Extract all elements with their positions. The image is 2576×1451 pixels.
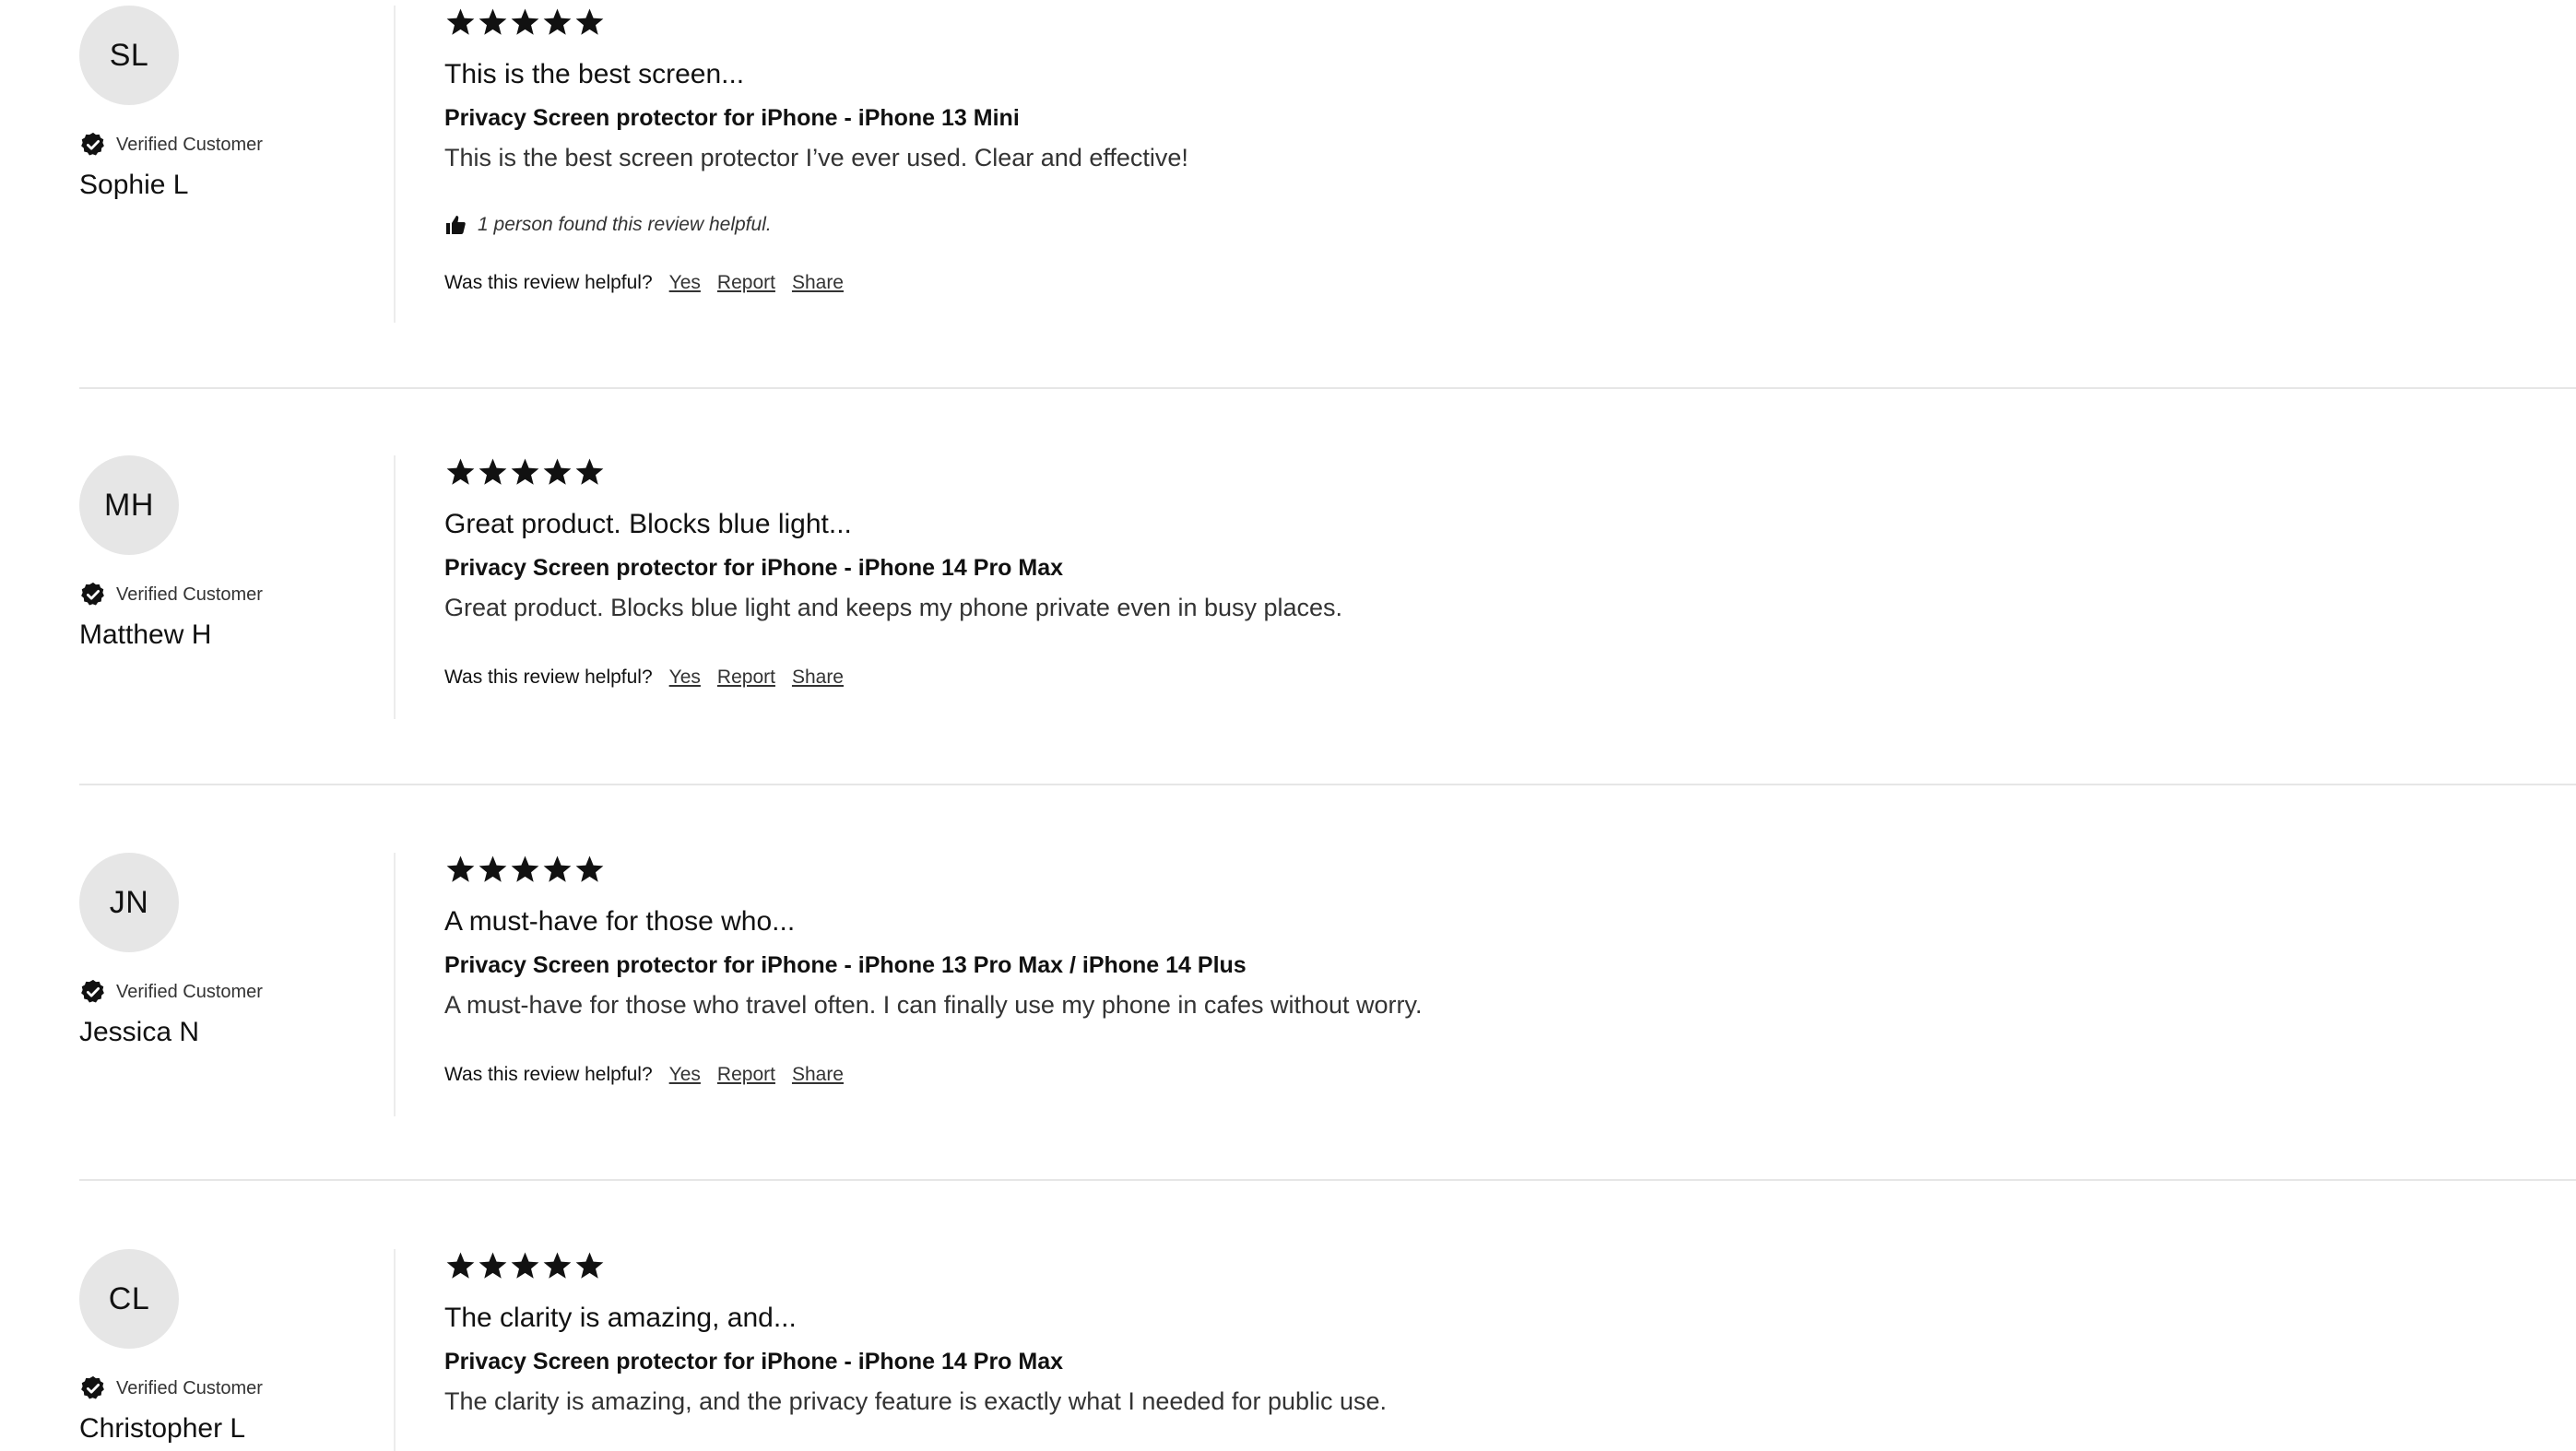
review-content: The clarity is amazing, and... Privacy S… xyxy=(444,1249,2519,1415)
star-icon xyxy=(479,1252,507,1279)
star-icon xyxy=(446,458,475,485)
star-icon xyxy=(511,8,539,35)
verified-badge: Verified Customer xyxy=(79,1374,356,1402)
star-icon xyxy=(479,8,507,35)
star-icon xyxy=(543,458,572,485)
star-rating xyxy=(444,853,2519,886)
star-icon xyxy=(511,458,539,485)
helpful-count-text: 1 person found this review helpful. xyxy=(478,214,772,235)
review-separator xyxy=(79,784,2576,785)
helpful-yes-link[interactable]: Yes xyxy=(669,272,701,294)
review-divider xyxy=(394,853,396,1116)
author-name: Matthew H xyxy=(79,619,212,650)
review-body: The clarity is amazing, and the privacy … xyxy=(444,1387,1388,1415)
review-body: A must-have for those who travel often. … xyxy=(444,991,1423,1019)
share-link[interactable]: Share xyxy=(792,667,844,689)
helpful-yes-link[interactable]: Yes xyxy=(669,667,701,689)
avatar: MH xyxy=(79,455,179,555)
review-author: JN Verified Customer Jessica N xyxy=(79,853,356,1048)
star-icon xyxy=(543,855,572,882)
review-content: A must-have for those who... Privacy Scr… xyxy=(444,853,2519,1085)
star-icon xyxy=(511,855,539,882)
author-name: Jessica N xyxy=(79,1017,200,1047)
helpful-yes-link[interactable]: Yes xyxy=(669,1064,701,1086)
report-link[interactable]: Report xyxy=(717,667,775,689)
review-divider xyxy=(394,1249,396,1451)
star-icon xyxy=(575,1252,604,1279)
star-icon xyxy=(511,1252,539,1279)
review-title: A must-have for those who... xyxy=(444,906,796,937)
review-product: Privacy Screen protector for iPhone - iP… xyxy=(444,952,1247,978)
review-content: This is the best screen... Privacy Scree… xyxy=(444,6,2519,293)
helpful-question: Was this review helpful? xyxy=(444,272,653,293)
avatar: JN xyxy=(79,853,179,952)
verified-label: Verified Customer xyxy=(116,981,263,1002)
avatar: CL xyxy=(79,1249,179,1349)
star-icon xyxy=(446,855,475,882)
review-author: SL Verified Customer Sophie L xyxy=(79,6,356,201)
star-icon xyxy=(446,8,475,35)
review-author: CL Verified Customer Christopher L xyxy=(79,1249,356,1445)
review-author: MH Verified Customer Matthew H xyxy=(79,455,356,651)
review-actions: Was this review helpful? Yes Report Shar… xyxy=(444,667,860,689)
review-separator xyxy=(79,1179,2576,1181)
reviews-list: SL Verified Customer Sophie L This is th… xyxy=(0,0,2576,1451)
report-link[interactable]: Report xyxy=(717,272,775,294)
review-divider xyxy=(394,455,396,719)
share-link[interactable]: Share xyxy=(792,1064,844,1086)
verified-badge: Verified Customer xyxy=(79,581,356,608)
avatar: SL xyxy=(79,6,179,105)
review-separator xyxy=(79,387,2576,389)
verified-check-icon xyxy=(81,132,104,156)
report-link[interactable]: Report xyxy=(717,1064,775,1086)
verified-check-icon xyxy=(81,979,104,1003)
star-icon xyxy=(543,1252,572,1279)
star-icon xyxy=(575,855,604,882)
review-title: This is the best screen... xyxy=(444,59,745,89)
verified-label: Verified Customer xyxy=(116,134,263,155)
star-rating xyxy=(444,455,2519,489)
author-name: Sophie L xyxy=(79,170,189,200)
helpful-question: Was this review helpful? xyxy=(444,667,653,688)
verified-check-icon xyxy=(81,582,104,606)
star-icon xyxy=(479,458,507,485)
author-name: Christopher L xyxy=(79,1413,246,1444)
review-product: Privacy Screen protector for iPhone - iP… xyxy=(444,555,1064,581)
verified-label: Verified Customer xyxy=(116,1377,263,1398)
verified-check-icon xyxy=(81,1375,104,1399)
review-product: Privacy Screen protector for iPhone - iP… xyxy=(444,105,1020,131)
review-content: Great product. Blocks blue light... Priv… xyxy=(444,455,2519,688)
review-title: Great product. Blocks blue light... xyxy=(444,509,852,539)
review-divider xyxy=(394,6,396,323)
review-body: Great product. Blocks blue light and kee… xyxy=(444,594,1343,621)
verified-label: Verified Customer xyxy=(116,584,263,605)
verified-badge: Verified Customer xyxy=(79,978,356,1006)
helpful-count: 1 person found this review helpful. xyxy=(444,214,772,236)
verified-badge: Verified Customer xyxy=(79,131,356,159)
review-actions: Was this review helpful? Yes Report Shar… xyxy=(444,1064,860,1086)
thumbs-up-icon xyxy=(446,216,466,234)
star-icon xyxy=(575,458,604,485)
review-title: The clarity is amazing, and... xyxy=(444,1303,797,1333)
star-icon xyxy=(575,8,604,35)
share-link[interactable]: Share xyxy=(792,272,844,294)
star-icon xyxy=(479,855,507,882)
review-product: Privacy Screen protector for iPhone - iP… xyxy=(444,1349,1064,1374)
review-body: This is the best screen protector I’ve e… xyxy=(444,144,1188,171)
helpful-question: Was this review helpful? xyxy=(444,1064,653,1085)
star-icon xyxy=(446,1252,475,1279)
star-rating xyxy=(444,6,2519,39)
review-actions: Was this review helpful? Yes Report Shar… xyxy=(444,272,860,294)
star-rating xyxy=(444,1249,2519,1282)
star-icon xyxy=(543,8,572,35)
